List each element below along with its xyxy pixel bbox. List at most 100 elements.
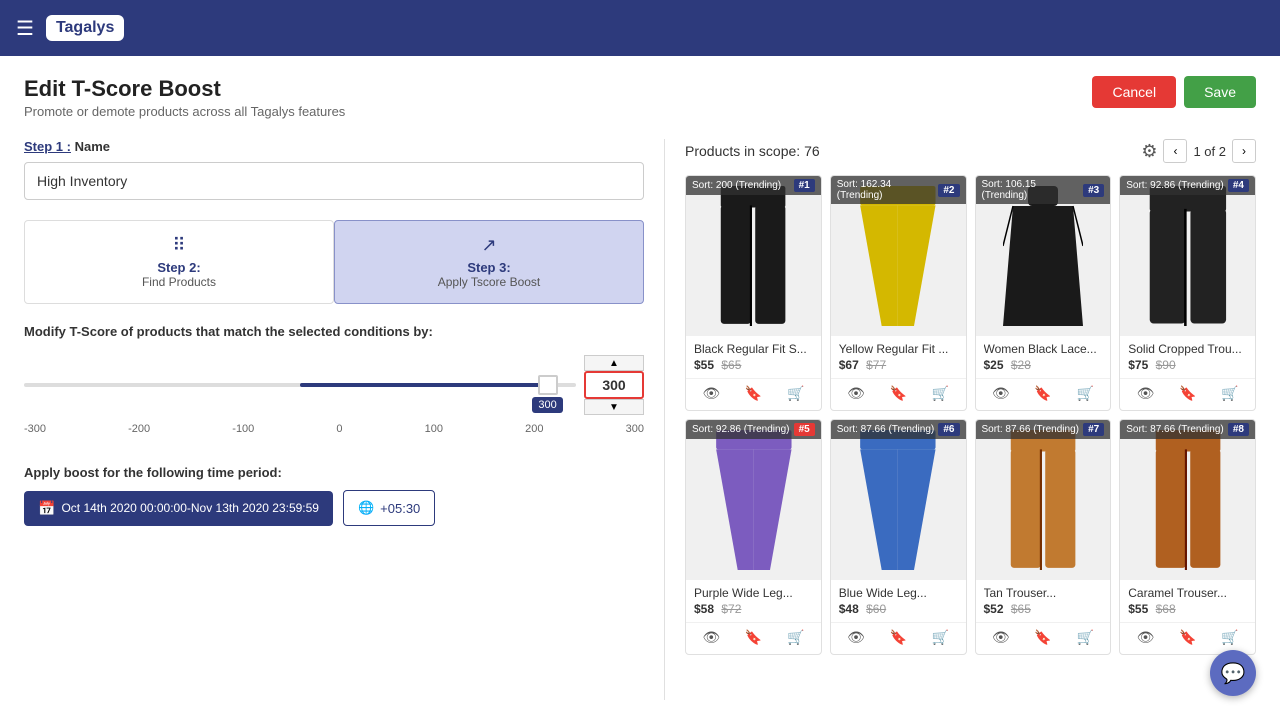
pagination-text: 1 of 2 (1193, 144, 1226, 159)
product-price: $58 $72 (694, 602, 813, 616)
step2-label: Step 2: (41, 260, 317, 275)
sort-badge: Sort: 87.66 (Trending) #7 (976, 420, 1111, 439)
price-current: $52 (984, 602, 1004, 616)
product-price: $55 $68 (1128, 602, 1247, 616)
step3-name: Apply Tscore Boost (351, 275, 627, 289)
slider-thumb[interactable] (538, 375, 558, 395)
tick-100: 100 (425, 423, 443, 435)
tick-0: 0 (336, 423, 342, 435)
product-image-wrap: Sort: 87.66 (Trending) #8 (1120, 420, 1255, 580)
cart-button[interactable]: 🛒 (1072, 383, 1097, 404)
bookmark-button[interactable]: 🔖 (1175, 383, 1200, 404)
sort-text: Sort: 200 (Trending) (692, 180, 781, 191)
bookmark-button[interactable]: 🔖 (741, 627, 766, 648)
product-info: Purple Wide Leg... $58 $72 (686, 580, 821, 622)
cart-button[interactable]: 🛒 (1217, 383, 1242, 404)
price-current: $58 (694, 602, 714, 616)
products-header: Products in scope: 76 ⚙ ‹ 1 of 2 › (685, 139, 1256, 163)
price-original: $68 (1156, 602, 1176, 616)
product-info: Solid Cropped Trou... $75 $90 (1120, 336, 1255, 378)
cart-button[interactable]: 🛒 (783, 627, 808, 648)
cart-button[interactable]: 🛒 (1072, 627, 1097, 648)
product-image-wrap: Sort: 92.86 (Trending) #5 (686, 420, 821, 580)
bookmark-button[interactable]: 🔖 (1030, 383, 1055, 404)
date-range-button[interactable]: 📅 Oct 14th 2020 00:00:00-Nov 13th 2020 2… (24, 491, 333, 526)
cart-button[interactable]: 🛒 (1217, 627, 1242, 648)
next-page-button[interactable]: › (1232, 139, 1256, 163)
rank-badge: #4 (1228, 179, 1249, 192)
cart-button[interactable]: 🛒 (783, 383, 808, 404)
chat-bubble[interactable]: 💬 (1210, 650, 1256, 696)
product-image-wrap: Sort: 200 (Trending) #1 (686, 176, 821, 336)
product-image (686, 420, 821, 580)
sort-badge: Sort: 87.66 (Trending) #6 (831, 420, 966, 439)
bookmark-button[interactable]: 🔖 (1030, 627, 1055, 648)
cart-button[interactable]: 🛒 (928, 627, 953, 648)
boost-icon: ↗ (351, 235, 627, 256)
sort-badge: Sort: 200 (Trending) #1 (686, 176, 821, 195)
tick-minus100: -100 (232, 423, 254, 435)
cancel-button[interactable]: Cancel (1092, 76, 1176, 108)
bookmark-button[interactable]: 🔖 (741, 383, 766, 404)
settings-icon[interactable]: ⚙ (1141, 141, 1157, 162)
time-row: 📅 Oct 14th 2020 00:00:00-Nov 13th 2020 2… (24, 490, 644, 526)
view-button[interactable]: 👁 (988, 383, 1014, 404)
bookmark-button[interactable]: 🔖 (886, 383, 911, 404)
grid-icon: ⠿ (41, 235, 317, 256)
name-input[interactable] (24, 162, 644, 200)
product-info: Black Regular Fit S... $55 $65 (686, 336, 821, 378)
view-button[interactable]: 👁 (698, 383, 724, 404)
step2-box[interactable]: ⠿ Step 2: Find Products (24, 220, 334, 304)
sort-badge: Sort: 92.86 (Trending) #5 (686, 420, 821, 439)
sort-badge: Sort: 87.66 (Trending) #8 (1120, 420, 1255, 439)
view-button[interactable]: 👁 (698, 627, 724, 648)
right-panel: Products in scope: 76 ⚙ ‹ 1 of 2 › Sort:… (664, 139, 1256, 700)
header-row: Edit T-Score Boost Promote or demote pro… (24, 76, 1256, 119)
product-card: Sort: 200 (Trending) #1 Black Regular Fi… (685, 175, 822, 411)
step3-box[interactable]: ↗ Step 3: Apply Tscore Boost (334, 220, 644, 304)
step2-name: Find Products (41, 275, 317, 289)
product-card: Sort: 92.86 (Trending) #5 Purple Wide Le… (685, 419, 822, 655)
prev-page-button[interactable]: ‹ (1163, 139, 1187, 163)
left-panel: Step 1 : Name ⠿ Step 2: Find Products ↗ … (24, 139, 664, 700)
slider-track: 300 (24, 383, 576, 387)
product-info: Tan Trouser... $52 $65 (976, 580, 1111, 622)
product-card: Sort: 87.66 (Trending) #6 Blue Wide Leg.… (830, 419, 967, 655)
page-title-area: Edit T-Score Boost Promote or demote pro… (24, 76, 345, 119)
products-count: Products in scope: 76 (685, 143, 820, 159)
modify-label: Modify T-Score of products that match th… (24, 324, 644, 339)
spinner-down-button[interactable]: ▼ (584, 399, 644, 415)
product-price: $52 $65 (984, 602, 1103, 616)
sort-text: Sort: 92.86 (Trending) (692, 424, 789, 435)
rank-badge: #3 (1083, 184, 1104, 197)
product-card: Sort: 87.66 (Trending) #8 Caramel Trouse… (1119, 419, 1256, 655)
sort-text: Sort: 92.86 (Trending) (1126, 180, 1223, 191)
time-period-label: Apply boost for the following time perio… (24, 465, 644, 480)
timezone-button[interactable]: 🌐 +05:30 (343, 490, 435, 526)
slider-track-wrap: 300 (24, 383, 576, 387)
spinner-up-button[interactable]: ▲ (584, 355, 644, 371)
product-actions: 👁 🔖 🛒 (831, 378, 966, 410)
view-button[interactable]: 👁 (988, 627, 1014, 648)
price-current: $67 (839, 358, 859, 372)
view-button[interactable]: 👁 (1133, 627, 1159, 648)
product-card: Sort: 92.86 (Trending) #4 Solid Cropped … (1119, 175, 1256, 411)
rank-badge: #6 (938, 423, 959, 436)
view-button[interactable]: 👁 (1133, 383, 1159, 404)
product-actions: 👁 🔖 🛒 (831, 622, 966, 654)
sort-text: Sort: 162.34 (Trending) (837, 179, 939, 201)
product-actions: 👁 🔖 🛒 (686, 378, 821, 410)
cart-button[interactable]: 🛒 (928, 383, 953, 404)
bookmark-button[interactable]: 🔖 (1175, 627, 1200, 648)
slider-number-input[interactable] (584, 371, 644, 399)
step1-label: Step 1 : Name (24, 139, 644, 154)
hamburger-icon[interactable]: ☰ (16, 16, 34, 41)
save-button[interactable]: Save (1184, 76, 1256, 108)
page-subtitle: Promote or demote products across all Ta… (24, 104, 345, 119)
view-button[interactable]: 👁 (843, 383, 869, 404)
view-button[interactable]: 👁 (843, 627, 869, 648)
bookmark-button[interactable]: 🔖 (886, 627, 911, 648)
product-name: Blue Wide Leg... (839, 586, 958, 600)
step3-label: Step 3: (351, 260, 627, 275)
price-current: $55 (694, 358, 714, 372)
